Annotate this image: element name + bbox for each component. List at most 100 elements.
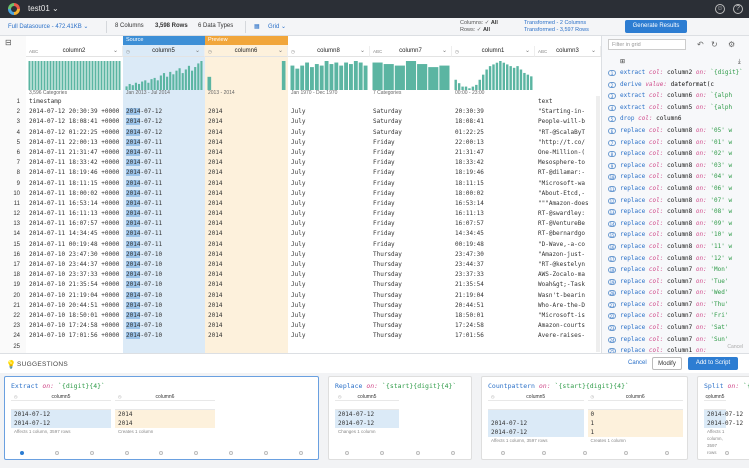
grid-cell[interactable]: 2014 bbox=[205, 260, 288, 270]
script-step[interactable]: 13 replace col: column8 on: '08' w bbox=[606, 206, 749, 218]
histogram-bar[interactable] bbox=[184, 69, 187, 90]
dataset-title[interactable]: test01 ⌄ bbox=[28, 4, 59, 13]
grid-cell[interactable]: Wasn't-bearin bbox=[535, 291, 601, 301]
step-number[interactable]: 12 bbox=[608, 197, 616, 204]
histogram-bar[interactable] bbox=[519, 69, 523, 90]
grid-cell[interactable]: 2014 bbox=[205, 270, 288, 280]
histogram-bar[interactable] bbox=[207, 76, 212, 90]
suggestion-title[interactable]: Countpattern on: `{start}{digit}{4}` bbox=[488, 382, 629, 390]
row-number[interactable]: 23 bbox=[0, 321, 26, 331]
histogram-bar[interactable] bbox=[34, 61, 37, 90]
grid-cell[interactable]: 20:30:39 bbox=[452, 107, 535, 117]
step-number[interactable]: 14 bbox=[608, 220, 616, 227]
grid-cell[interactable]: Thursday bbox=[370, 321, 452, 331]
grid-cell[interactable]: 17:01:56 bbox=[452, 331, 535, 341]
grid-cell[interactable]: 18:50:01 bbox=[452, 311, 535, 321]
histogram-bar[interactable] bbox=[91, 61, 94, 90]
column-type-icon[interactable]: ABC bbox=[29, 46, 38, 57]
grid-cell[interactable]: RT-@dilamar:- bbox=[535, 168, 601, 178]
grid-cell[interactable]: 2014 bbox=[205, 158, 288, 168]
variant-dot[interactable] bbox=[124, 451, 129, 455]
grid-cell[interactable] bbox=[370, 97, 452, 107]
grid-cell[interactable]: 2014 bbox=[205, 219, 288, 229]
download-icon[interactable]: ⤓ bbox=[738, 57, 741, 67]
grid-cell[interactable]: 2014-07-11 18:11:15 +0000 bbox=[26, 179, 123, 189]
chevron-down-icon[interactable]: ⌄ bbox=[360, 46, 365, 57]
histogram-bar[interactable] bbox=[46, 61, 49, 90]
column-name[interactable]: column6 bbox=[235, 48, 258, 54]
column-histogram[interactable] bbox=[454, 59, 533, 90]
grid-cell[interactable]: 2014-07-11 bbox=[123, 240, 205, 250]
redo-icon[interactable]: ↻ bbox=[711, 40, 718, 49]
grid-cell[interactable]: 2014-07-11 bbox=[123, 189, 205, 199]
step-number[interactable]: 22 bbox=[608, 313, 616, 320]
grid-cell[interactable]: 18:00:02 bbox=[452, 189, 535, 199]
grid-cell[interactable]: July bbox=[288, 331, 370, 341]
variant-dot[interactable] bbox=[228, 451, 233, 455]
grid-cell[interactable]: Thursday bbox=[370, 311, 452, 321]
grid-cell[interactable]: 2014-07-12 20:30:39 +0000 bbox=[26, 107, 123, 117]
histogram-bar[interactable] bbox=[353, 61, 358, 90]
suggestion-card[interactable]: Extract on: `{digit}{4}` ◷ column5 2014-07-… bbox=[4, 376, 319, 460]
grid-cell[interactable]: 2014-07-10 20:44:51 +0000 bbox=[26, 301, 123, 311]
step-number[interactable]: 7 bbox=[608, 139, 616, 146]
step-number[interactable]: 3 bbox=[608, 93, 616, 100]
histogram-svg[interactable] bbox=[290, 59, 368, 90]
histogram-svg[interactable] bbox=[372, 59, 450, 90]
grid-cell[interactable]: Friday bbox=[370, 229, 452, 239]
histogram-bar[interactable] bbox=[394, 65, 405, 90]
step-number[interactable]: 23 bbox=[608, 325, 616, 332]
grid-cell[interactable]: 16:53:14 bbox=[452, 199, 535, 209]
row-number[interactable]: 7 bbox=[0, 158, 26, 168]
histogram-bar[interactable] bbox=[295, 68, 300, 90]
grid-cell[interactable]: July bbox=[288, 260, 370, 270]
script-step[interactable]: 18 replace col: column7 on: 'Mon' bbox=[606, 264, 749, 276]
generate-results-button[interactable]: Generate Results bbox=[625, 20, 687, 33]
user-icon[interactable]: ☺ bbox=[715, 4, 725, 14]
script-step[interactable]: 10 replace col: column8 on: '04' w bbox=[606, 171, 749, 183]
step-number[interactable]: 10 bbox=[608, 174, 616, 181]
histogram-bar[interactable] bbox=[363, 65, 368, 90]
grid-cell[interactable]: July bbox=[288, 240, 370, 250]
histogram-bar[interactable] bbox=[300, 65, 305, 90]
grid-cell[interactable]: July bbox=[288, 199, 370, 209]
grid-cell[interactable]: 2014 bbox=[205, 128, 288, 138]
step-number[interactable]: 1 bbox=[608, 70, 616, 76]
grid-cell[interactable]: July bbox=[288, 107, 370, 117]
histogram-bar[interactable] bbox=[67, 61, 70, 90]
grid-cell[interactable]: 2014-07-11 00:19:48 +0000 bbox=[26, 240, 123, 250]
histogram-bar[interactable] bbox=[516, 66, 519, 90]
step-verb[interactable]: replace bbox=[620, 127, 645, 134]
grid-cell[interactable]: 2014 bbox=[205, 280, 288, 290]
grid-cell[interactable]: 2014 bbox=[205, 321, 288, 331]
variant-dot[interactable] bbox=[194, 451, 199, 455]
script-step[interactable]: 9 replace col: column8 on: '03' w bbox=[606, 160, 749, 172]
grid-cell[interactable]: 18:11:15 bbox=[452, 179, 535, 189]
step-verb[interactable]: drop bbox=[620, 115, 634, 122]
step-verb[interactable]: replace bbox=[620, 278, 645, 285]
script-step[interactable]: 17 replace col: column8 on: '12' w bbox=[606, 253, 749, 265]
row-number[interactable]: 5 bbox=[0, 138, 26, 148]
script-step[interactable]: 12 replace col: column8 on: '07' w bbox=[606, 195, 749, 207]
histogram-bar[interactable] bbox=[478, 79, 481, 90]
grid-cell[interactable]: Thursday bbox=[370, 291, 452, 301]
step-number[interactable]: 19 bbox=[608, 278, 616, 285]
grid-scrollbar[interactable] bbox=[596, 96, 600, 352]
grid-cell[interactable] bbox=[205, 97, 288, 107]
histogram-bar[interactable] bbox=[492, 64, 495, 90]
suggestion-title[interactable]: Extract on: `{digit}{4}` bbox=[11, 382, 105, 390]
grid-cell[interactable]: Thursday bbox=[370, 301, 452, 311]
histogram-bar[interactable] bbox=[28, 61, 31, 90]
grid-cell[interactable]: Who-Are-the-D bbox=[535, 301, 601, 311]
suggestion-verb[interactable]: Replace bbox=[335, 382, 362, 390]
step-number[interactable]: 4 bbox=[608, 104, 616, 111]
grid-cell[interactable]: "RT-@ScalaByT bbox=[535, 128, 601, 138]
histogram-bar[interactable] bbox=[512, 67, 516, 90]
add-step-icon[interactable]: ⊞ bbox=[620, 59, 625, 65]
step-number[interactable]: 5 bbox=[608, 116, 616, 123]
grid-cell[interactable]: 2014-07-10 bbox=[123, 250, 205, 260]
column-type-icon[interactable]: ◷ bbox=[208, 46, 212, 57]
script-step[interactable]: 14 replace col: column8 on: '09' w bbox=[606, 218, 749, 230]
grid-cell[interactable]: 2014-07-10 17:01:56 +0000 bbox=[26, 331, 123, 341]
settings-icon[interactable]: ⚙ bbox=[728, 40, 735, 49]
